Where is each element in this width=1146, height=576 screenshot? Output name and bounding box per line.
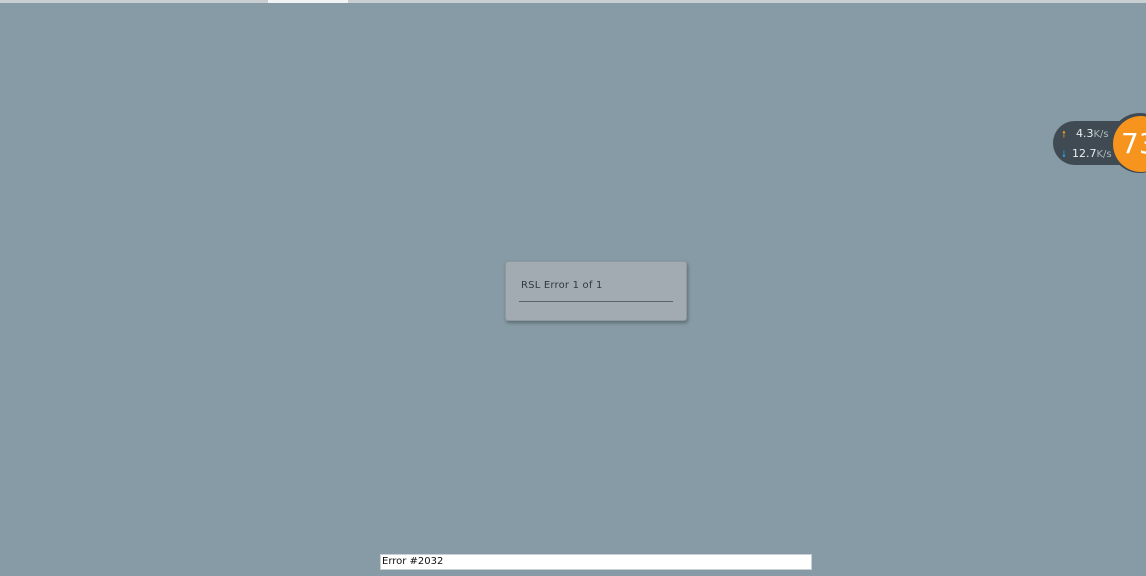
upload-speed-unit: K/s	[1093, 129, 1109, 140]
download-speed-value: 12.7	[1072, 147, 1097, 160]
upload-speed-row: 🠕 4.3K/s	[1062, 127, 1109, 143]
arrow-up-icon: 🠕	[1062, 130, 1066, 140]
arrow-down-icon: 🠗	[1062, 150, 1066, 160]
download-speed-unit: K/s	[1096, 149, 1112, 160]
top-loading-bar-segment	[268, 0, 348, 3]
top-loading-bar	[0, 0, 1146, 3]
error-status-field: Error #2032	[380, 554, 812, 570]
error-dialog-title: RSL Error 1 of 1	[521, 280, 603, 291]
upload-speed-value: 4.3	[1076, 127, 1094, 140]
error-dialog-divider	[519, 301, 673, 302]
rsl-error-dialog: RSL Error 1 of 1	[505, 261, 687, 321]
download-speed-row: 🠗 12.7K/s	[1062, 147, 1112, 163]
